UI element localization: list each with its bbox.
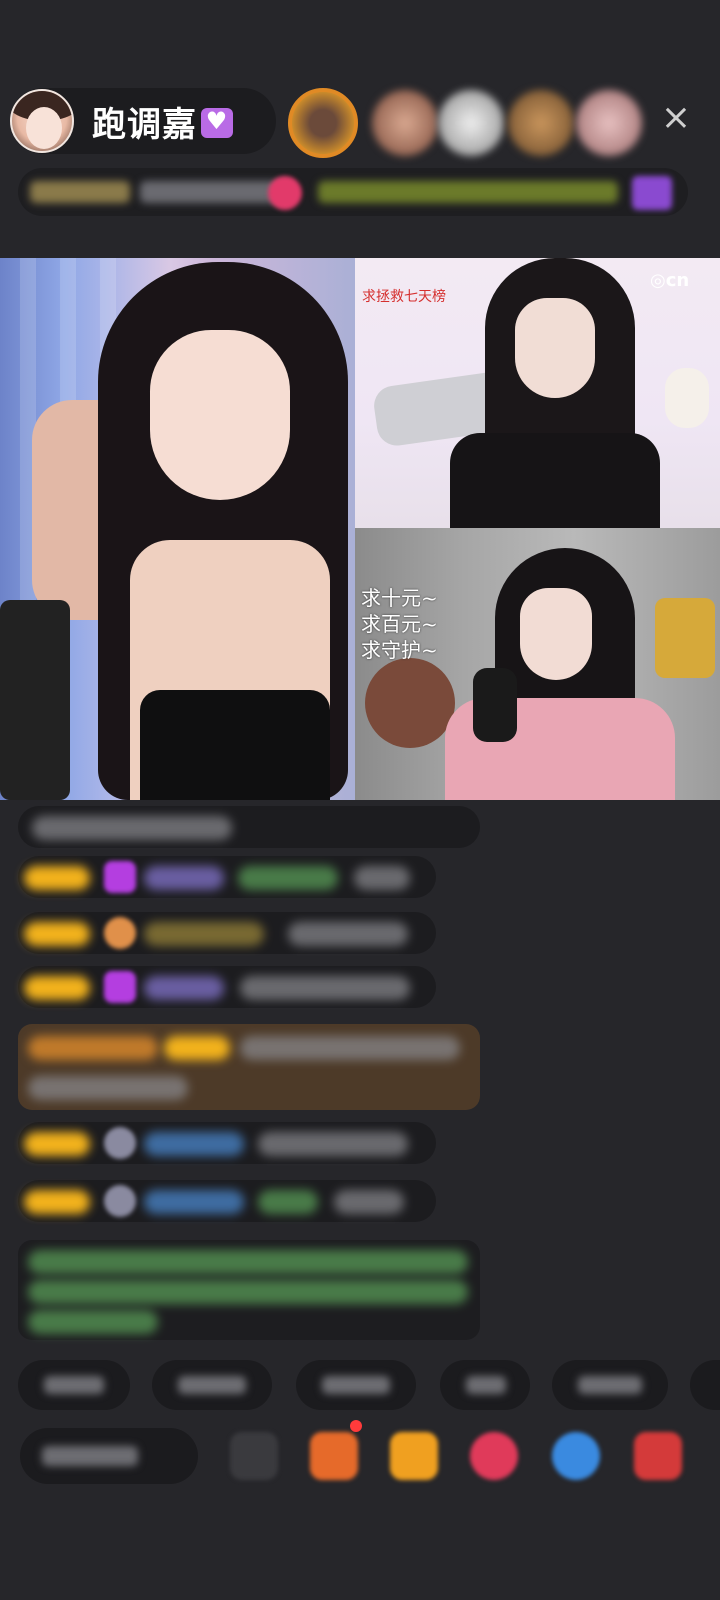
guest-1-overlay-text: 求拯救七天榜	[362, 289, 446, 305]
heart-badge-icon	[201, 107, 233, 138]
comment-input[interactable]	[20, 1428, 198, 1484]
rank-badge[interactable]	[30, 181, 130, 203]
quick-reply-chip[interactable]	[152, 1360, 272, 1410]
share-icon[interactable]	[552, 1432, 600, 1480]
chat-message[interactable]	[18, 966, 436, 1008]
main-video[interactable]	[0, 258, 355, 800]
quick-reply-chip[interactable]	[690, 1360, 720, 1410]
audience-avatar[interactable]	[438, 90, 504, 156]
gift-icon[interactable]	[632, 176, 672, 210]
quick-reply-chip[interactable]	[296, 1360, 416, 1410]
chat-message[interactable]	[18, 856, 436, 898]
audience-avatar[interactable]	[576, 90, 642, 156]
audience-avatar[interactable]	[372, 90, 438, 156]
host-info[interactable]: 跑调嘉	[10, 88, 276, 154]
room-info-bar[interactable]	[18, 168, 688, 216]
heart-icon[interactable]	[470, 1432, 518, 1480]
chat-message[interactable]	[18, 806, 480, 848]
shop-icon[interactable]	[310, 1432, 358, 1480]
chat-message[interactable]	[18, 912, 436, 954]
quick-reply-chip[interactable]	[18, 1360, 130, 1410]
host-avatar[interactable]	[10, 89, 74, 153]
ticker-text[interactable]	[318, 181, 618, 203]
audience-avatar[interactable]	[288, 88, 358, 158]
chat-message[interactable]	[18, 1122, 436, 1164]
guest-video-2[interactable]	[355, 528, 720, 800]
emoji-icon[interactable]	[230, 1432, 278, 1480]
host-name: 跑调嘉	[92, 97, 233, 146]
gift-box-icon[interactable]	[390, 1432, 438, 1480]
system-notice	[18, 1240, 480, 1340]
audience-avatar[interactable]	[508, 90, 574, 156]
quick-reply-chip[interactable]	[552, 1360, 668, 1410]
close-button[interactable]: ×	[654, 96, 698, 140]
guest-2-overlay-text: 求十元~ 求百元~ 求守护~	[361, 586, 438, 662]
gift-announcement[interactable]	[18, 1024, 480, 1110]
chat-message[interactable]	[18, 1180, 436, 1222]
quick-reply-chip[interactable]	[440, 1360, 530, 1410]
watermark: ◎cn	[650, 270, 690, 291]
notification-dot	[350, 1420, 362, 1432]
fan-club-icon[interactable]	[268, 176, 302, 210]
more-icon[interactable]	[634, 1432, 682, 1480]
